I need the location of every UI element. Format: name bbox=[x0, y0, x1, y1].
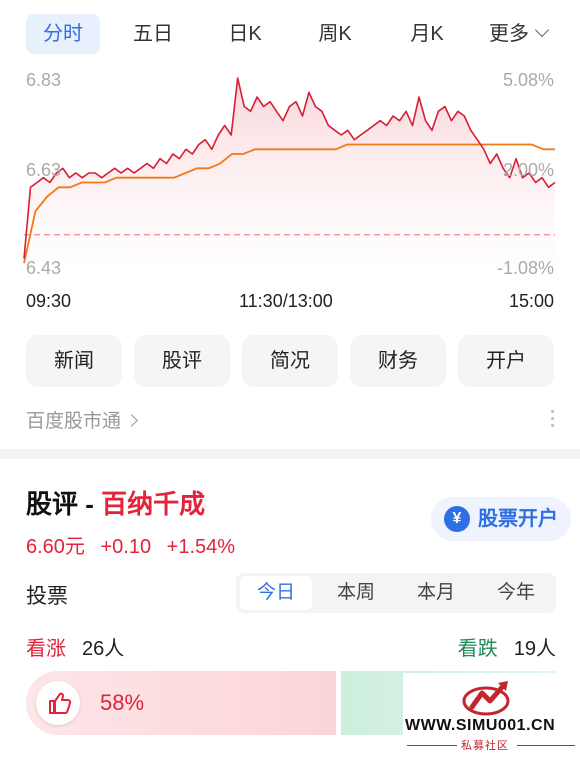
rise-label: 看涨 bbox=[26, 638, 66, 660]
watermark-logo bbox=[462, 681, 510, 716]
price-change: +0.10 bbox=[100, 536, 152, 558]
pct-mid-label: 2.00% bbox=[502, 160, 554, 180]
finance-button[interactable]: 财务 bbox=[350, 335, 446, 387]
tab-weekly-k[interactable]: 周K bbox=[300, 14, 370, 54]
current-price: 6.60元 bbox=[26, 536, 85, 558]
watermark-line-left bbox=[407, 745, 457, 746]
rise-votes: 看涨 26人 bbox=[26, 632, 124, 661]
open-account-button[interactable]: ¥ 股票开户 bbox=[431, 497, 571, 541]
chevron-down-icon bbox=[534, 22, 550, 38]
period-today[interactable]: 今日 bbox=[240, 576, 312, 610]
review-title: 股评 - 百纳千成 bbox=[26, 484, 205, 521]
watermark-sub: 私募社区 bbox=[461, 740, 509, 752]
price-high-label: 6.83 bbox=[26, 70, 62, 90]
quick-nav: 新闻 股评 简况 财务 开户 bbox=[0, 335, 580, 389]
tab-intraday[interactable]: 分时 bbox=[26, 14, 100, 54]
rise-percent: 58% bbox=[100, 690, 145, 715]
intraday-chart[interactable]: 6.83 6.63 6.43 5.08% 2.00% -1.08% 09:30 … bbox=[0, 60, 580, 320]
stock-name: 百纳千成 bbox=[101, 489, 206, 519]
more-dots-icon[interactable] bbox=[551, 410, 555, 431]
tab-more[interactable]: 更多 bbox=[480, 14, 556, 54]
open-account-label: 股票开户 bbox=[478, 508, 558, 530]
profile-button[interactable]: 简况 bbox=[242, 335, 338, 387]
source-link[interactable]: 百度股市通 bbox=[26, 406, 138, 433]
more-label: 更多 bbox=[489, 23, 529, 45]
period-month[interactable]: 本月 bbox=[400, 576, 472, 610]
price-mid-label: 6.63 bbox=[26, 160, 62, 180]
tab-daily-k[interactable]: 日K bbox=[210, 14, 280, 54]
watermark-url: WWW.SIMU001.CN bbox=[405, 717, 556, 734]
fall-label: 看跌 bbox=[457, 638, 498, 660]
fall-count: 19人 bbox=[513, 638, 556, 660]
tab-monthly-k[interactable]: 月K bbox=[392, 14, 462, 54]
vote-period-tabs: 今日 本周 本月 今年 bbox=[236, 573, 556, 613]
price-low-label: 6.43 bbox=[26, 258, 62, 278]
watermark: WWW.SIMU001.CN 私募社区 bbox=[403, 673, 580, 757]
period-tabs: 分时 五日 日K 周K 月K 更多 bbox=[0, 10, 580, 58]
review-title-prefix: 股评 - bbox=[26, 489, 102, 519]
pct-low-label: -1.08% bbox=[496, 258, 554, 278]
section-divider bbox=[0, 449, 580, 459]
price-line: 6.60元 +0.10 +1.54% bbox=[26, 530, 245, 559]
thumbs-up-icon[interactable] bbox=[36, 681, 80, 725]
time-start-label: 09:30 bbox=[26, 291, 72, 311]
yen-icon: ¥ bbox=[444, 506, 470, 532]
tab-five-day[interactable]: 五日 bbox=[118, 14, 188, 54]
time-end-label: 15:00 bbox=[508, 291, 554, 311]
reviews-button[interactable]: 股评 bbox=[134, 335, 230, 387]
open-account-quick-button[interactable]: 开户 bbox=[458, 335, 554, 387]
period-year[interactable]: 今年 bbox=[480, 576, 552, 610]
watermark-line-right bbox=[517, 745, 575, 746]
pct-high-label: 5.08% bbox=[502, 70, 554, 90]
vote-label: 投票 bbox=[26, 585, 68, 608]
chevron-right-icon bbox=[125, 414, 138, 427]
fall-votes: 看跌 19人 bbox=[458, 632, 556, 661]
rise-count: 26人 bbox=[82, 638, 125, 660]
intraday-chart-svg bbox=[23, 77, 556, 268]
price-change-pct: +1.54% bbox=[166, 536, 236, 558]
period-week[interactable]: 本周 bbox=[320, 576, 392, 610]
news-button[interactable]: 新闻 bbox=[26, 335, 122, 387]
source-label: 百度股市通 bbox=[26, 411, 122, 432]
time-mid-label: 11:30/13:00 bbox=[239, 291, 333, 311]
